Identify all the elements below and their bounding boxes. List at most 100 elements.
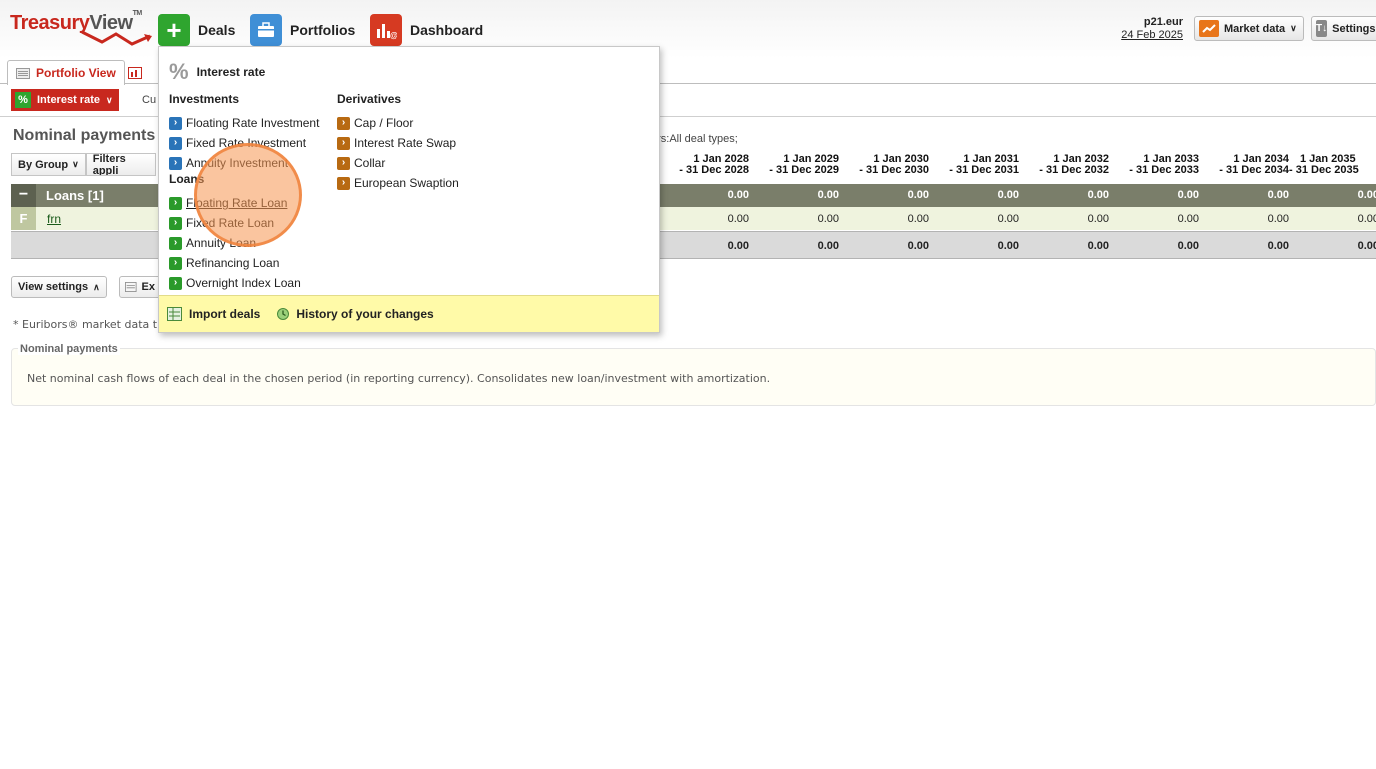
menu-item-floating-rate-loan[interactable]: › Floating Rate Loan <box>169 193 319 213</box>
account-date[interactable]: 24 Feb 2025 <box>1121 29 1183 42</box>
filter-bar: By Group ∨ Filters appli <box>11 153 156 176</box>
view-settings-label: View settings <box>18 281 89 293</box>
table-cell: 0.00 <box>1087 213 1109 225</box>
table-cell: 0.00 <box>997 240 1019 252</box>
table-cell: 0.00 <box>1177 189 1199 201</box>
dropdown-header: % Interest rate <box>169 61 265 83</box>
nav-portfolios[interactable]: Portfolios <box>250 14 355 46</box>
info-description: Net nominal cash flows of each deal in t… <box>27 372 771 385</box>
menu-item-floating-rate-investment[interactable]: › Floating Rate Investment <box>169 113 319 133</box>
menu-item-fixed-rate-loan[interactable]: › Fixed Rate Loan <box>169 213 319 233</box>
history-icon <box>277 308 290 320</box>
menu-item-collar[interactable]: › Collar <box>337 153 459 173</box>
filters-applied-button[interactable]: Filters appli <box>85 153 156 176</box>
menu-item-interest-rate-swap[interactable]: › Interest Rate Swap <box>337 133 459 153</box>
chevron-right-icon: › <box>169 256 182 270</box>
menu-item-overnight-index-loan[interactable]: › Overnight Index Loan <box>169 273 319 293</box>
chevron-right-icon: › <box>337 176 350 190</box>
page-title: Nominal payments <box>13 127 156 144</box>
menu-item-cap-floor[interactable]: › Cap / Floor <box>337 113 459 133</box>
menu-item-label: Cap / Floor <box>354 116 414 130</box>
dropdown-title: Interest rate <box>196 65 266 79</box>
chevron-right-icon: › <box>169 136 182 150</box>
interest-rate-button[interactable]: % Interest rate ∨ <box>11 89 119 111</box>
treasuryview-logo[interactable]: TreasuryViewTM <box>10 10 152 46</box>
left-column: Investments › Floating Rate Investment ›… <box>169 93 319 293</box>
table-cell: 0.00 <box>907 240 929 252</box>
period-end: - 31 Dec 2035 <box>1289 164 1359 176</box>
interest-rate-label: Interest rate <box>37 94 100 106</box>
history-link[interactable]: History of your changes <box>276 307 434 321</box>
period-end: - 31 Dec 2028 <box>679 164 749 176</box>
chevron-right-icon: › <box>169 276 182 290</box>
period-header: 1 Jan 2028- 31 Dec 2028 <box>659 154 749 176</box>
table-cell: 0.00 <box>727 189 749 201</box>
table-cell: 0.00 <box>727 240 749 252</box>
period-end: - 31 Dec 2034 <box>1219 164 1289 176</box>
deals-dropdown-menu: % Interest rate Investments › Floating R… <box>158 46 660 333</box>
menu-item-label: Interest Rate Swap <box>354 136 457 150</box>
import-deals-label: Import deals <box>189 307 261 321</box>
menu-item-european-swaption[interactable]: › European Swaption <box>337 173 459 193</box>
list-icon <box>16 67 30 79</box>
menu-item-annuity-investment[interactable]: › Annuity Investment <box>169 153 319 173</box>
menu-item-fixed-rate-investment[interactable]: › Fixed Rate Investment <box>169 133 319 153</box>
market-data-button[interactable]: Market data ∨ <box>1194 16 1304 41</box>
period-header: 1 Jan 2033- 31 Dec 2033 <box>1109 154 1199 176</box>
chevron-right-icon: › <box>169 116 182 130</box>
table-cell: 0.00 <box>907 189 929 201</box>
table-cell: 0.00 <box>1357 240 1376 252</box>
by-group-select[interactable]: By Group ∨ <box>11 153 86 176</box>
table-cell: 0.00 <box>1357 189 1376 201</box>
currency-tab[interactable]: Cu <box>142 94 156 106</box>
menu-item-label: Floating Rate Loan <box>186 196 288 210</box>
view-settings-button[interactable]: View settings ∧ <box>11 276 107 298</box>
export-button[interactable]: Ex <box>119 276 161 298</box>
menu-item-label: Annuity Loan <box>186 236 257 250</box>
chevron-right-icon: › <box>169 196 182 210</box>
deal-type-badge: F <box>11 207 36 230</box>
menu-item-annuity-loan[interactable]: › Annuity Loan <box>169 233 319 253</box>
menu-item-refinancing-loan[interactable]: › Refinancing Loan <box>169 253 319 273</box>
nav-deals[interactable]: + Deals <box>158 14 235 46</box>
table-cell: 0.00 <box>1177 213 1199 225</box>
table-cell: 0.00 <box>1267 213 1289 225</box>
nav-portfolios-label: Portfolios <box>290 22 356 38</box>
period-header: 1 Jan 2030- 31 Dec 2030 <box>839 154 929 176</box>
svg-text:@: @ <box>390 31 397 40</box>
group-label: Loans [1] <box>46 188 104 203</box>
period-end: - 31 Dec 2030 <box>859 164 929 176</box>
menu-item-label: Fixed Rate Investment <box>186 136 307 150</box>
briefcase-icon <box>250 14 282 46</box>
table-cell: 0.00 <box>727 213 749 225</box>
tab-second[interactable] <box>128 62 142 84</box>
percent-icon: % <box>15 92 31 108</box>
info-box: Nominal payments Net nominal cash flows … <box>11 343 1376 406</box>
export-label: Ex <box>141 281 155 293</box>
nav-dashboard[interactable]: @ Dashboard <box>370 14 483 46</box>
menu-item-label: Collar <box>354 156 386 170</box>
settings-button[interactable]: T↓ Settings <box>1311 16 1376 41</box>
period-header: 1 Jan 2029- 31 Dec 2029 <box>749 154 839 176</box>
section-loans: Loans <box>169 172 205 186</box>
menu-item-label: Annuity Investment <box>186 156 289 170</box>
table-cell: 0.00 <box>907 213 929 225</box>
period-header: 1 Jan 2032- 31 Dec 2032 <box>1019 154 1109 176</box>
menu-item-label: Refinancing Loan <box>186 256 280 270</box>
chevron-right-icon: › <box>169 216 182 230</box>
tab-portfolio-view[interactable]: Portfolio View <box>7 60 125 85</box>
collapse-icon[interactable]: − <box>11 184 36 207</box>
deal-link[interactable]: frn <box>47 212 61 226</box>
table-cell: 0.00 <box>817 189 839 201</box>
chevron-right-icon: › <box>337 156 350 170</box>
section-derivatives: Derivatives <box>337 92 402 106</box>
menu-item-label: Overnight Index Loan <box>186 276 301 290</box>
history-label: History of your changes <box>296 307 434 321</box>
import-deals-link[interactable]: Import deals <box>167 306 261 322</box>
logo-swoosh-icon <box>81 30 152 46</box>
table-cell: 0.00 <box>1087 189 1109 201</box>
table-cell: 0.00 <box>817 240 839 252</box>
period-header: 1 Jan 2031- 31 Dec 2031 <box>929 154 1019 176</box>
menu-item-label: European Swaption <box>354 176 459 190</box>
period-end: - 31 Dec 2032 <box>1039 164 1109 176</box>
